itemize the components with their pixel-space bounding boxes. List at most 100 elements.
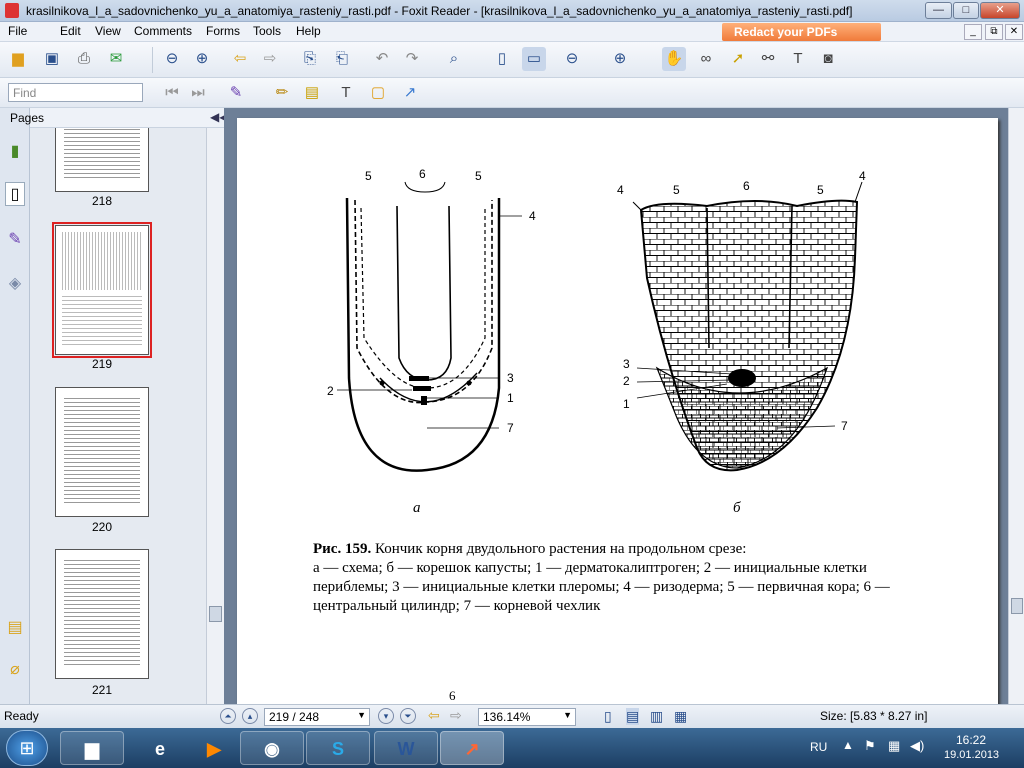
thumbnail-page[interactable] [55, 387, 149, 517]
bookmarks-tab-icon[interactable]: ▮ [5, 140, 25, 164]
back-arrow-icon[interactable]: ⇦ [228, 47, 252, 71]
pencil-icon[interactable]: ✏ [270, 81, 294, 105]
next-page-icon[interactable]: ⊕ [190, 47, 214, 71]
fit-width-icon[interactable]: ▭ [522, 47, 546, 71]
forward-arrow-icon[interactable]: ⇨ [258, 47, 282, 71]
network-icon[interactable]: ▦ [888, 738, 900, 754]
annotations-tab-icon[interactable]: ✎ [5, 228, 25, 252]
caption-number: Рис. 159. [313, 541, 372, 557]
thumbnail-page[interactable] [55, 549, 149, 679]
binoculars-icon[interactable]: ⚯ [756, 47, 780, 71]
flag-icon[interactable]: ⚑ [864, 738, 876, 754]
continuous-icon[interactable]: ▤ [626, 708, 640, 725]
first-page-nav-icon[interactable]: ⏶ [220, 708, 236, 724]
forward-nav-icon[interactable]: ⇨ [450, 707, 462, 724]
layers-tab-icon[interactable]: ◈ [5, 272, 25, 296]
figure-caption: Рис. 159. Кончик корня двудольного расте… [313, 540, 903, 616]
comments-panel-icon[interactable]: ▤ [5, 616, 25, 640]
page-number-field[interactable]: 219 / 248 ▼ [264, 708, 370, 726]
typewriter-icon[interactable]: ✎ [224, 81, 248, 105]
arrow-annotation-icon[interactable]: ↗ [398, 81, 422, 105]
zoom-in-icon[interactable]: ⊕ [608, 47, 632, 71]
clock-date[interactable]: 19.01.2013 [944, 749, 999, 761]
sidebar-tab-strip: ▮ ▯ ✎ ◈ ▤ ⌀ [0, 108, 30, 704]
select-arrow-icon[interactable]: ➚ [726, 47, 750, 71]
hand-tool-icon[interactable]: ✋ [662, 47, 686, 71]
note-icon[interactable]: ▤ [300, 81, 324, 105]
doc-minimize-button[interactable]: _ [964, 24, 982, 40]
text-select-icon[interactable]: T [786, 47, 810, 71]
textbox-icon[interactable]: T [334, 81, 358, 105]
foxit-taskbar-icon[interactable]: ↗ [440, 731, 504, 765]
menu-view[interactable]: View [95, 24, 121, 38]
skype-taskbar-icon[interactable]: S [306, 731, 370, 765]
start-button[interactable]: ⊞ [6, 730, 48, 766]
page-number: 6 [449, 688, 456, 703]
label-b-4-left: 4 [617, 183, 624, 197]
save-icon[interactable]: ▣ [40, 47, 64, 71]
menu-tools[interactable]: Tools [253, 24, 281, 38]
minimize-button[interactable]: — [925, 2, 952, 19]
print-icon[interactable]: ⎙ [72, 47, 96, 71]
facing-icon[interactable]: ▥ [650, 708, 663, 725]
comment-icon[interactable]: ▢ [366, 81, 390, 105]
thumbnail-scrollbar[interactable] [206, 128, 224, 704]
explorer-taskbar-icon[interactable]: ▆ [60, 731, 124, 765]
close-button[interactable]: ✕ [980, 2, 1020, 19]
glasses-icon[interactable]: ∞ [694, 47, 718, 71]
menu-edit[interactable]: Edit [60, 24, 81, 38]
last-page-nav-icon[interactable]: ⏷ [400, 708, 416, 724]
pages-tab-icon[interactable]: ▯ [5, 182, 25, 206]
thumbnail-scroll-thumb[interactable] [209, 606, 222, 622]
doc-restore-button[interactable]: ⧉ [985, 24, 1003, 40]
menu-forms[interactable]: Forms [206, 24, 240, 38]
zoom-icon[interactable]: ⌕ [442, 47, 466, 71]
volume-icon[interactable]: ◀) [910, 738, 924, 754]
chrome-taskbar-icon[interactable]: ◉ [240, 731, 304, 765]
cortex-dashed-line [354, 199, 493, 404]
attachments-icon[interactable]: ⌀ [5, 658, 25, 682]
label-b-2: 2 [623, 374, 630, 388]
zoom-field[interactable]: 136.14% ▼ [478, 708, 576, 726]
previous-page-icon[interactable]: ⊖ [160, 47, 184, 71]
paste-icon[interactable]: ⎗ [330, 47, 354, 71]
clock-time[interactable]: 16:22 [956, 733, 986, 747]
page-thumbnails: 218 219 220 221 [30, 128, 206, 704]
snapshot-icon[interactable]: ◙ [816, 47, 840, 71]
last-page-icon[interactable]: ⏭ [186, 81, 210, 105]
root-tip-figure: 5 6 5 4 3 2 1 7 а 4 5 6 5 4 3 2 1 7 б 6 [327, 167, 866, 703]
thumbnail-label: 220 [91, 520, 113, 534]
back-nav-icon[interactable]: ⇦ [428, 707, 440, 724]
redo-icon[interactable]: ↷ [400, 47, 424, 71]
email-icon[interactable]: ✉ [104, 47, 128, 71]
first-page-icon[interactable]: ⏮ [160, 81, 184, 105]
find-input[interactable]: Find [8, 83, 143, 102]
word-taskbar-icon[interactable]: W [374, 731, 438, 765]
single-page-icon[interactable]: ▯ [604, 708, 612, 725]
tray-expand-icon[interactable]: ▲ [842, 738, 854, 752]
windows-taskbar: ⊞ ▆ e ▶ ◉ S W ↗ RU ▲ ⚑ ▦ ◀) 16:22 19.01.… [0, 728, 1024, 768]
next-page-nav-icon[interactable]: ▾ [378, 708, 394, 724]
maximize-button[interactable]: □ [953, 2, 979, 19]
fit-page-icon[interactable]: ▯ [490, 47, 514, 71]
thumbnail-page[interactable] [55, 128, 149, 192]
label-a-1: 1 [507, 391, 514, 405]
menu-file[interactable]: File [8, 24, 27, 38]
subfigure-label-a: а [413, 500, 421, 516]
prev-page-nav-icon[interactable]: ▴ [242, 708, 258, 724]
open-folder-icon[interactable]: ▆ [6, 47, 30, 71]
copy-icon[interactable]: ⎘ [298, 47, 322, 71]
zoom-out-icon[interactable]: ⊖ [560, 47, 584, 71]
media-player-taskbar-icon[interactable]: ▶ [182, 731, 246, 765]
thumbnail-page-selected[interactable] [52, 222, 152, 358]
main-toolbar: ▆ ▣ ⎙ ✉ ⊖ ⊕ ⇦ ⇨ ⎘ ⎗ ↶ ↷ ⌕ ▯ ▭ ⊖ ⊕ ✋ ∞ ➚ … [0, 42, 1024, 78]
undo-icon[interactable]: ↶ [370, 47, 394, 71]
doc-close-button[interactable]: ✕ [1005, 24, 1023, 40]
redact-banner[interactable]: Redact your PDFs [722, 23, 881, 41]
menu-comments[interactable]: Comments [134, 24, 192, 38]
continuous-facing-icon[interactable]: ▦ [674, 708, 687, 725]
document-scrollbar[interactable] [1008, 108, 1024, 704]
menu-help[interactable]: Help [296, 24, 321, 38]
language-indicator[interactable]: RU [810, 740, 827, 754]
document-scroll-thumb[interactable] [1011, 598, 1023, 614]
